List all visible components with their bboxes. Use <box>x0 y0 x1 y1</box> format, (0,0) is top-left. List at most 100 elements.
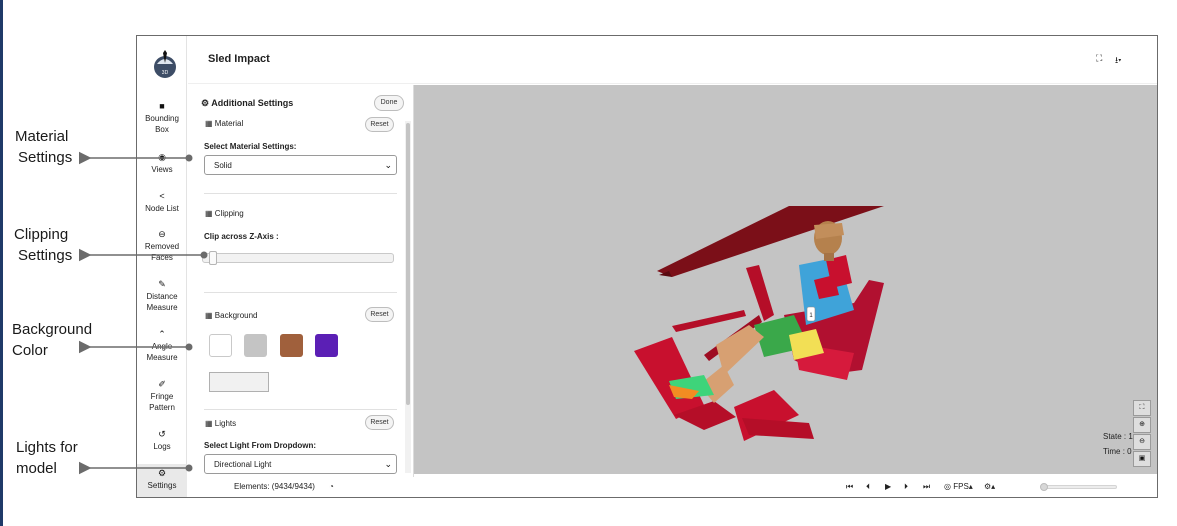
clip-z-axis-slider-thumb[interactable] <box>208 251 217 265</box>
screenshot: Material Settings Clipping Settings Back… <box>0 0 1177 526</box>
section-divider <box>204 409 397 410</box>
section-divider <box>204 292 397 293</box>
viewport-toolbar: ⛶ ⊕ ⊖ ▣ <box>1133 400 1153 468</box>
custom-color-input[interactable] <box>209 372 269 392</box>
light-select-value: Directional Light <box>214 460 272 469</box>
nav-fringe-pattern-label-2: Pattern <box>149 403 175 412</box>
panel-title: ⚙ Additional Settings <box>201 98 293 109</box>
clip-z-axis-label: Clip across Z-Axis : <box>204 232 279 241</box>
chevron-down-icon: ⌄ <box>384 160 392 170</box>
nav-settings[interactable]: ⚙ Settings <box>137 464 187 497</box>
fps-toggle[interactable]: ◎ FPS▴ <box>944 482 973 491</box>
playback-settings-icon[interactable]: ⚙▴ <box>984 482 995 491</box>
lights-section-title: ▦ Lights <box>205 419 236 428</box>
nav-views[interactable]: ◉ Views <box>137 152 187 178</box>
roof-panel <box>657 206 884 277</box>
gear-icon: ⚙ <box>157 468 167 478</box>
nav-fringe-pattern-label: Fringe <box>150 392 174 401</box>
nav-distance-measure-label: Distance <box>146 292 178 301</box>
camera-icon[interactable]: ▣ <box>1133 451 1151 467</box>
nav-distance-measure-label-2: Measure <box>146 303 178 312</box>
cubes-icon: ▦ <box>205 209 213 218</box>
fps-label: FPS <box>953 482 969 491</box>
steering-wheel <box>746 265 774 321</box>
additional-settings-panel: ⚙ Additional Settings Done ▦ Material Re… <box>188 85 414 477</box>
page-title: Sled Impact <box>208 53 270 65</box>
clip-z-axis-slider[interactable] <box>202 251 394 265</box>
nav-logs-label: Logs <box>153 442 171 451</box>
cube-icon: ■ <box>159 101 165 111</box>
pie-chart-icon[interactable]: ◔ <box>329 482 334 491</box>
nav-removed-faces-label-2: Faces <box>151 253 173 262</box>
3d-viewport[interactable]: 1 State : 1 Time : 0 ⛶ ⊕ ⊖ ▣ <box>414 85 1157 474</box>
swatch-purple[interactable] <box>315 334 338 357</box>
slide-edge-stripe <box>0 0 3 526</box>
background-reset-button[interactable]: Reset <box>365 307 394 322</box>
callout-clipping-line2: Settings <box>18 247 73 264</box>
callout-background: Background Color <box>12 319 92 361</box>
nav-node-list-label: Node List <box>145 204 179 213</box>
left-nav: 3D ■ Bounding Box ◉ Views < Node List ⊖ … <box>137 36 187 497</box>
nav-removed-faces-label: Removed <box>144 242 180 251</box>
light-select-label: Select Light From Dropdown: <box>204 441 316 450</box>
callout-lights-line1: Lights for <box>16 439 78 456</box>
callout-background-line1: Background <box>12 321 93 338</box>
first-frame-icon[interactable]: ⏮ <box>846 482 853 492</box>
play-icon[interactable]: ▶ <box>885 482 891 491</box>
gauge-icon: ◎ <box>944 482 951 491</box>
swatch-gray[interactable] <box>244 334 267 357</box>
nav-distance-measure[interactable]: ✎ Distance Measure <box>137 279 187 313</box>
last-frame-icon[interactable]: ⏭ <box>923 482 930 492</box>
material-select-value: Solid <box>214 161 232 170</box>
download-icon[interactable]: ⭳▾ <box>1115 53 1121 69</box>
nav-node-list[interactable]: < Node List <box>137 191 187 217</box>
callout-clipping-line1: Clipping <box>14 226 69 243</box>
lights-title-text: Lights <box>214 419 237 428</box>
nav-views-label: Views <box>151 165 173 174</box>
callout-material-line1: Material <box>15 128 69 145</box>
app-logo-icon: 3D <box>154 50 176 78</box>
nav-angle-measure[interactable]: ⌃ Angle Measure <box>137 329 187 363</box>
material-section-title: ▦ Material <box>205 119 243 128</box>
material-select[interactable]: Solid ⌄ <box>204 155 397 175</box>
gears-icon: ⚙ <box>201 98 210 108</box>
background-section-title: ▦ Background <box>205 311 258 320</box>
lights-reset-button[interactable]: Reset <box>365 415 394 430</box>
panel-scrollbar-thumb[interactable] <box>406 123 410 405</box>
zoom-out-icon[interactable]: ⊖ <box>1133 434 1151 450</box>
minus-circle-icon: ⊖ <box>158 229 166 239</box>
app-header: Sled Impact ⛶ ⭳▾ <box>188 36 1157 84</box>
dummy-neck <box>824 253 834 261</box>
fullscreen-icon[interactable]: ⛶ <box>1096 53 1102 64</box>
app-footer: Elements: (9434/9434) ◔ ⏮ ⏴ ▶ ⏵ ⏭ ◎ FPS▴… <box>188 477 1157 497</box>
eye-icon: ◉ <box>158 152 166 162</box>
next-frame-icon[interactable]: ⏵ <box>904 482 908 492</box>
material-title-text: Material <box>214 119 244 128</box>
angle-up-icon: ⌃ <box>158 329 166 339</box>
share-icon: < <box>159 191 165 201</box>
swatch-white[interactable] <box>209 334 232 357</box>
nav-bounding-box[interactable]: ■ Bounding Box <box>137 101 187 139</box>
nav-removed-faces[interactable]: ⊖ Removed Faces <box>137 229 187 263</box>
cubes-icon: ▦ <box>205 119 213 128</box>
light-select[interactable]: Directional Light ⌄ <box>204 454 397 474</box>
playback-progress-slider[interactable] <box>1040 483 1117 491</box>
sled-model-render[interactable]: 1 <box>414 85 1157 474</box>
zoom-in-icon[interactable]: ⊕ <box>1133 417 1151 433</box>
brush-icon: ✐ <box>158 379 166 389</box>
material-reset-button[interactable]: Reset <box>365 117 394 132</box>
callout-material-line2: Settings <box>18 149 73 166</box>
swatch-brown[interactable] <box>280 334 303 357</box>
state-readout: State : 1 <box>1103 432 1133 441</box>
panel-scrollbar[interactable] <box>405 121 411 473</box>
viewer-app: 3D ■ Bounding Box ◉ Views < Node List ⊖ … <box>136 35 1158 498</box>
section-divider <box>204 193 397 194</box>
playback-progress-knob[interactable] <box>1040 483 1048 491</box>
callout-lights: Lights for model <box>16 437 78 479</box>
prev-frame-icon[interactable]: ⏴ <box>866 482 870 492</box>
done-button[interactable]: Done <box>374 95 404 111</box>
fit-icon[interactable]: ⛶ <box>1133 400 1151 416</box>
nav-logs[interactable]: ↺ Logs <box>137 429 187 455</box>
nav-fringe-pattern[interactable]: ✐ Fringe Pattern <box>137 379 187 413</box>
elements-count: Elements: (9434/9434) <box>234 482 315 491</box>
